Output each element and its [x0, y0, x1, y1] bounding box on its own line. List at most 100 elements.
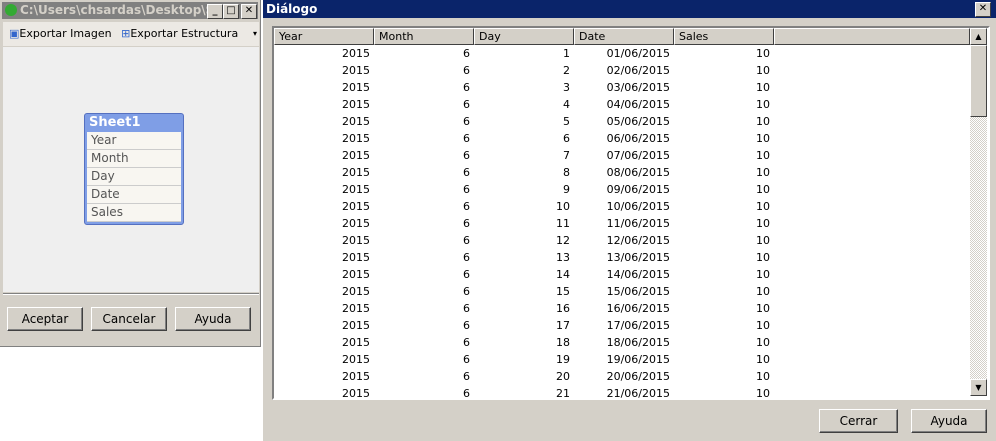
- cell-month: 6: [463, 81, 470, 94]
- toolbar: ▣Exportar Imagen ⊞Exportar Estructura ▾: [3, 22, 259, 46]
- cell-month: 6: [463, 149, 470, 162]
- cell-date: 03/06/2015: [606, 81, 670, 94]
- cell-day: 13: [556, 251, 570, 264]
- close-button[interactable]: ✕: [241, 4, 257, 19]
- ok-button[interactable]: Aceptar: [7, 307, 83, 331]
- cell-year: 2015: [342, 166, 370, 179]
- cell-year: 2015: [342, 217, 370, 230]
- data-grid[interactable]: Year Month Day Date Sales 2015 6 1 01/06/2015 10…: [272, 26, 990, 400]
- dialog-title: Diálogo: [266, 2, 318, 16]
- cell-date: 02/06/2015: [606, 64, 670, 77]
- cell-year: 2015: [342, 149, 370, 162]
- cell-day: 1: [563, 47, 570, 60]
- table-row[interactable]: 2015 6 5 05/06/2015 10: [274, 113, 974, 130]
- cell-month: 6: [463, 234, 470, 247]
- cell-sales: 10: [756, 98, 770, 111]
- table-row[interactable]: 2015 6 13 13/06/2015 10: [274, 249, 974, 266]
- app-icon: [5, 4, 17, 16]
- export-image-button[interactable]: Exportar Imagen: [19, 27, 111, 40]
- table-row[interactable]: 2015 6 9 09/06/2015 10: [274, 181, 974, 198]
- cell-year: 2015: [342, 336, 370, 349]
- toolbar-overflow-icon[interactable]: ▾: [253, 22, 257, 46]
- cell-date: 19/06/2015: [606, 353, 670, 366]
- cell-date: 13/06/2015: [606, 251, 670, 264]
- table-row[interactable]: 2015 6 2 02/06/2015 10: [274, 62, 974, 79]
- table-row[interactable]: 2015 6 4 04/06/2015 10: [274, 96, 974, 113]
- table-viewer-window: C:\Users\chsardas\Desktop\S... _ □ ✕ ▣Ex…: [0, 0, 261, 347]
- table-row[interactable]: 2015 6 11 11/06/2015 10: [274, 215, 974, 232]
- table-row[interactable]: 2015 6 16 16/06/2015 10: [274, 300, 974, 317]
- table-row[interactable]: 2015 6 15 15/06/2015 10: [274, 283, 974, 300]
- dialog-title-bar: Diálogo ✕: [263, 0, 996, 18]
- cell-day: 4: [563, 98, 570, 111]
- table-row[interactable]: 2015 6 3 03/06/2015 10: [274, 79, 974, 96]
- cell-year: 2015: [342, 64, 370, 77]
- table-row[interactable]: 2015 6 7 07/06/2015 10: [274, 147, 974, 164]
- field-date[interactable]: Date: [87, 186, 181, 204]
- cell-day: 16: [556, 302, 570, 315]
- scroll-down-button[interactable]: ▼: [970, 379, 987, 396]
- cell-month: 6: [463, 200, 470, 213]
- minimize-button[interactable]: _: [207, 4, 223, 19]
- cell-sales: 10: [756, 285, 770, 298]
- field-sales[interactable]: Sales: [87, 204, 181, 222]
- dialog-window: Diálogo ✕ Year Month Day Date Sales 2015 6 1 0 1…: [262, 0, 996, 441]
- cell-date: 11/06/2015: [606, 217, 670, 230]
- table-box-sheet1[interactable]: Sheet1 Year Month Day Date Sales: [84, 113, 184, 225]
- column-header-day[interactable]: Day: [474, 28, 574, 45]
- dialog-help-button[interactable]: Ayuda: [911, 409, 987, 433]
- scroll-thumb[interactable]: [970, 45, 987, 117]
- table-row[interactable]: 2015 6 14 14/06/2015 10: [274, 266, 974, 283]
- cell-month: 6: [463, 251, 470, 264]
- scroll-up-button[interactable]: ▲: [970, 28, 987, 45]
- cell-month: 6: [463, 217, 470, 230]
- field-year[interactable]: Year: [87, 132, 181, 150]
- cell-month: 6: [463, 370, 470, 383]
- cell-year: 2015: [342, 200, 370, 213]
- cell-month: 6: [463, 285, 470, 298]
- help-button[interactable]: Ayuda: [175, 307, 251, 331]
- field-month[interactable]: Month: [87, 150, 181, 168]
- cell-month: 6: [463, 115, 470, 128]
- cell-month: 6: [463, 132, 470, 145]
- cell-sales: 10: [756, 47, 770, 60]
- table-row[interactable]: 2015 6 20 20/06/2015 10: [274, 368, 974, 385]
- cell-sales: 10: [756, 64, 770, 77]
- export-structure-button[interactable]: Exportar Estructura: [130, 27, 238, 40]
- cell-sales: 10: [756, 387, 770, 400]
- column-header-month[interactable]: Month: [374, 28, 474, 45]
- column-header-date[interactable]: Date: [574, 28, 674, 45]
- maximize-button[interactable]: □: [223, 4, 239, 19]
- cancel-button[interactable]: Cancelar: [91, 307, 167, 331]
- table-row[interactable]: 2015 6 17 17/06/2015 10: [274, 317, 974, 334]
- table-row[interactable]: 2015 6 8 08/06/2015 10: [274, 164, 974, 181]
- field-day[interactable]: Day: [87, 168, 181, 186]
- table-row[interactable]: 2015 6 6 06/06/2015 10: [274, 130, 974, 147]
- cell-year: 2015: [342, 285, 370, 298]
- cell-day: 20: [556, 370, 570, 383]
- column-header-year[interactable]: Year: [274, 28, 374, 45]
- table-row[interactable]: 2015 6 12 12/06/2015 10: [274, 232, 974, 249]
- cell-date: 10/06/2015: [606, 200, 670, 213]
- vertical-scrollbar[interactable]: ▲ ▼: [970, 28, 987, 396]
- cell-sales: 10: [756, 132, 770, 145]
- cell-day: 3: [563, 81, 570, 94]
- cell-month: 6: [463, 319, 470, 332]
- table-row[interactable]: 2015 6 21 21/06/2015 10: [274, 385, 974, 400]
- cell-day: 10: [556, 200, 570, 213]
- table-box-title: Sheet1: [89, 115, 141, 130]
- cell-date: 20/06/2015: [606, 370, 670, 383]
- table-row[interactable]: 2015 6 1 01/06/2015 10: [274, 45, 974, 62]
- export-structure-icon: ⊞: [121, 27, 131, 40]
- cell-day: 11: [556, 217, 570, 230]
- cell-sales: 10: [756, 115, 770, 128]
- table-row[interactable]: 2015 6 18 18/06/2015 10: [274, 334, 974, 351]
- cell-date: 16/06/2015: [606, 302, 670, 315]
- dialog-close-button[interactable]: ✕: [975, 2, 991, 17]
- table-row[interactable]: 2015 6 10 10/06/2015 10: [274, 198, 974, 215]
- table-row[interactable]: 2015 6 19 19/06/2015 10: [274, 351, 974, 368]
- cell-year: 2015: [342, 115, 370, 128]
- cell-date: 18/06/2015: [606, 336, 670, 349]
- column-header-sales[interactable]: Sales: [674, 28, 774, 45]
- close-dialog-button[interactable]: Cerrar: [819, 409, 898, 433]
